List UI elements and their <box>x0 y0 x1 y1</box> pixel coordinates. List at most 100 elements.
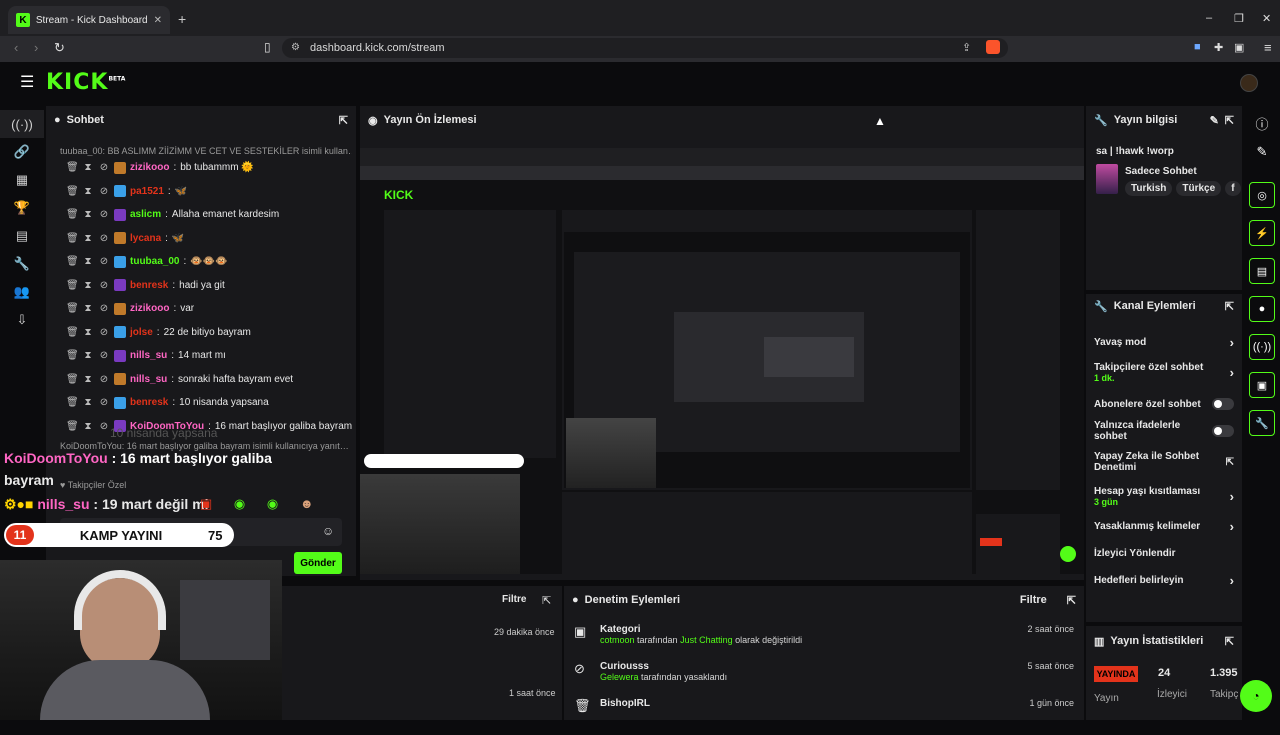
broadcast-tool-icon[interactable]: ((·)) <box>1249 334 1275 360</box>
delete-icon[interactable]: 🗑 <box>66 162 79 173</box>
extension-icon[interactable]: ■ <box>1194 41 1201 53</box>
delete-icon[interactable]: 🗑 <box>66 374 79 385</box>
timeout-icon[interactable]: ⧗ <box>82 233 94 244</box>
delete-icon[interactable]: 🗑 <box>66 280 79 291</box>
chat-username[interactable]: aslicm <box>130 209 161 220</box>
upload-nav-icon[interactable]: ⇩ <box>0 306 44 334</box>
puzzle-icon[interactable]: ✚ <box>1214 41 1223 54</box>
stream-tag[interactable]: f <box>1225 181 1241 196</box>
activity-filter[interactable]: Filtre <box>502 594 526 605</box>
ban-icon[interactable]: ⊘ <box>98 162 110 173</box>
layout-nav-icon[interactable]: ▤ <box>0 222 44 250</box>
layout-tool-icon[interactable]: ▣ <box>1249 372 1275 398</box>
channel-action-item[interactable]: Yavaş mod › <box>1086 330 1242 354</box>
channel-action-item[interactable]: Hesap yaşı kısıtlaması 3 gün › <box>1086 480 1242 512</box>
channel-action-item[interactable]: Yalnızca ifadelerle sohbet <box>1086 418 1242 444</box>
delete-icon[interactable]: 🗑 <box>66 350 79 361</box>
support-chat-button[interactable]: ◔ <box>1240 680 1272 712</box>
ban-icon[interactable]: ⊘ <box>98 374 110 385</box>
stream-tag[interactable]: Turkish <box>1125 181 1173 196</box>
ban-icon[interactable]: ⊘ <box>98 397 110 408</box>
stream-tag[interactable]: Türkçe <box>1176 181 1222 196</box>
ban-icon[interactable]: ⊘ <box>98 186 110 197</box>
delete-icon[interactable]: 🗑 <box>66 186 79 197</box>
chat-username[interactable]: zizikooo <box>130 162 169 173</box>
channel-action-item[interactable]: İzleyici Yönlendir <box>1086 540 1242 566</box>
link-nav-icon[interactable]: 🔗 <box>0 138 44 166</box>
send-button[interactable]: Gönder <box>294 552 342 574</box>
ban-icon[interactable]: ⊘ <box>98 256 110 267</box>
reload-icon[interactable]: ↻ <box>54 40 65 56</box>
back-icon[interactable]: ‹ <box>14 40 18 55</box>
ban-icon[interactable]: ⊘ <box>98 233 110 244</box>
browser-tab[interactable]: K Stream - Kick Dashboard ✕ <box>8 6 170 34</box>
user-avatar[interactable] <box>1240 74 1258 92</box>
timeout-icon[interactable]: ⧗ <box>82 303 94 314</box>
maximize-button[interactable]: ❐ <box>1234 12 1244 25</box>
delete-icon[interactable]: 🗑 <box>66 421 79 432</box>
timeout-icon[interactable]: ⧗ <box>82 209 94 220</box>
chat-username[interactable]: jolse <box>130 327 153 338</box>
channel-action-item[interactable]: Abonelere özel sohbet <box>1086 390 1242 418</box>
channel-action-item[interactable]: Hedefleri belirleyin › <box>1086 566 1242 594</box>
delete-icon[interactable]: 🗑 <box>66 303 79 314</box>
share-icon[interactable]: ⇪ <box>962 41 971 54</box>
timeout-icon[interactable]: ⧗ <box>82 397 94 408</box>
timeout-icon[interactable]: ⧗ <box>82 162 94 173</box>
window-close-button[interactable]: ✕ <box>1262 12 1271 25</box>
timeout-icon[interactable]: ⧗ <box>82 350 94 361</box>
emoji-picker-icon[interactable]: ☺ <box>322 524 334 538</box>
chat-username[interactable]: zizikooo <box>130 303 169 314</box>
chat-username[interactable]: nills_su <box>130 350 167 361</box>
timeout-icon[interactable]: ⧗ <box>82 280 94 291</box>
ban-icon[interactable]: ⊘ <box>98 280 110 291</box>
timeout-icon[interactable]: ⧗ <box>82 421 94 432</box>
preview-video[interactable]: KICK <box>360 148 1084 574</box>
channel-action-item[interactable]: Yasaklanmış kelimeler › <box>1086 512 1242 540</box>
wallet-icon[interactable]: ▣ <box>1234 41 1244 54</box>
users-nav-icon[interactable]: 👥 <box>0 278 44 306</box>
info-icon[interactable]: ⓘ <box>1244 114 1280 136</box>
chat-tool-icon[interactable]: ● <box>1249 296 1275 322</box>
delete-icon[interactable]: 🗑 <box>66 209 79 220</box>
moderation-target[interactable]: Kategori <box>600 624 1017 635</box>
analytics-nav-icon[interactable]: ▦ <box>0 166 44 194</box>
new-tab-button[interactable]: + <box>178 11 186 27</box>
moderation-filter[interactable]: Filtre <box>1020 594 1047 606</box>
ban-icon[interactable]: ⊘ <box>98 421 110 432</box>
channel-action-item[interactable]: Takipçilere özel sohbet 1 dk. › <box>1086 354 1242 390</box>
tools-nav-icon[interactable]: 🔧 <box>0 250 44 278</box>
timeout-icon[interactable]: ⧗ <box>82 256 94 267</box>
chat-username[interactable]: tuubaa_00 <box>130 256 179 267</box>
popout-icon[interactable]: ⇱ <box>1225 114 1234 127</box>
chat-username[interactable]: benresk <box>130 397 168 408</box>
ban-icon[interactable]: ⊘ <box>98 209 110 220</box>
wrench-tool-icon[interactable]: 🔧 <box>1249 410 1275 436</box>
popout-icon[interactable]: ⇱ <box>1225 300 1234 313</box>
tab-close-icon[interactable]: ✕ <box>154 15 162 26</box>
brave-shield-icon[interactable] <box>986 40 1000 54</box>
toggle-switch[interactable] <box>1212 398 1234 410</box>
delete-icon[interactable]: 🗑 <box>66 327 79 338</box>
moderation-target[interactable]: BishopIRL <box>600 698 1019 709</box>
delete-icon[interactable]: 🗑 <box>66 256 79 267</box>
popout-icon[interactable]: ⇱ <box>1225 635 1234 648</box>
timeout-icon[interactable]: ⧗ <box>82 374 94 385</box>
moderation-target[interactable]: Curiousss <box>600 661 1017 672</box>
delete-icon[interactable]: 🗑 <box>66 397 79 408</box>
chat-username[interactable]: benresk <box>130 280 168 291</box>
chat-username[interactable]: pa1521 <box>130 186 164 197</box>
chat-username[interactable]: lycana <box>130 233 161 244</box>
popout-icon[interactable]: ⇱ <box>339 114 348 127</box>
browser-menu-icon[interactable]: ≡ <box>1264 40 1272 55</box>
trophy-nav-icon[interactable]: 🏆 <box>0 194 44 222</box>
pencil-icon[interactable]: ✎ <box>1244 144 1280 166</box>
ban-icon[interactable]: ⊘ <box>98 303 110 314</box>
edit-icon[interactable]: ✎ <box>1210 114 1219 127</box>
minimize-button[interactable]: – <box>1206 12 1212 24</box>
toggle-switch[interactable] <box>1212 425 1234 437</box>
timeout-icon[interactable]: ⧗ <box>82 327 94 338</box>
popout-icon[interactable]: ⇱ <box>1067 594 1076 607</box>
ban-icon[interactable]: ⊘ <box>98 350 110 361</box>
delete-icon[interactable]: 🗑 <box>66 233 79 244</box>
